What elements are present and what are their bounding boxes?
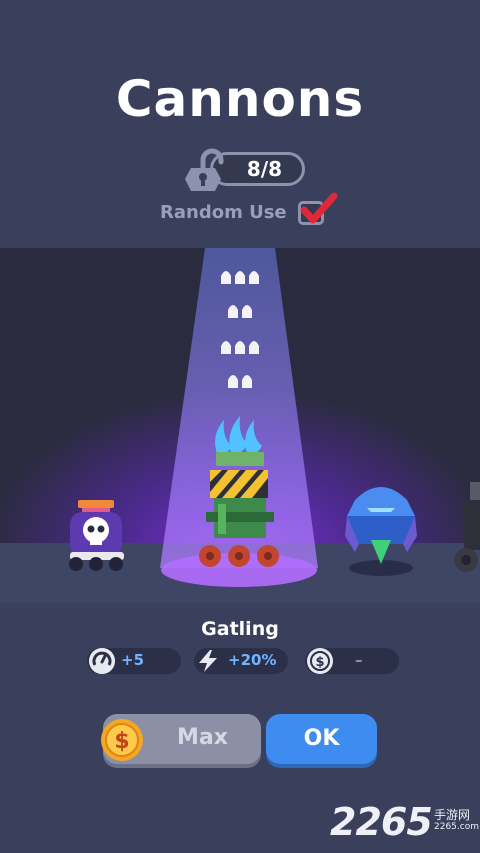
watermark-logo: 2265 [330, 800, 433, 844]
max-button[interactable]: $ Max [101, 714, 261, 764]
power-stat: +20% [194, 648, 288, 674]
random-use-toggle[interactable]: Random Use [160, 192, 340, 230]
crystal-cannon[interactable] [343, 480, 423, 580]
dark-cannon[interactable] [448, 482, 480, 578]
random-use-label: Random Use [160, 202, 287, 223]
max-button-label: Max [177, 725, 228, 750]
watermark-sub: 手游网 [434, 808, 471, 822]
ok-button[interactable]: OK [266, 714, 377, 764]
cannon-showcase [0, 248, 480, 603]
cost-value: – [355, 651, 363, 669]
page-title: Cannons [115, 70, 365, 128]
svg-text:$: $ [315, 655, 324, 670]
cost-stat: $ – [305, 648, 399, 674]
gold-coin-icon: $ [101, 719, 143, 761]
cannon-name: Gatling [201, 618, 279, 640]
skull-cannon[interactable] [62, 496, 132, 576]
gatling-cannon[interactable] [192, 416, 287, 576]
dollar-coin-icon: $ [307, 648, 333, 674]
speedometer-icon [89, 648, 115, 674]
power-value: +20% [228, 651, 277, 669]
svg-text:$: $ [114, 729, 129, 754]
lightning-icon [199, 650, 217, 672]
bullet-rows [221, 271, 259, 388]
watermark-url: 2265.com [434, 822, 479, 832]
checkmark-icon [300, 192, 338, 224]
speed-value: +5 [121, 651, 145, 669]
unlocked-padlock-icon [185, 148, 224, 191]
unlock-counter: 8/8 [185, 148, 310, 192]
speed-stat: +5 [87, 648, 181, 674]
